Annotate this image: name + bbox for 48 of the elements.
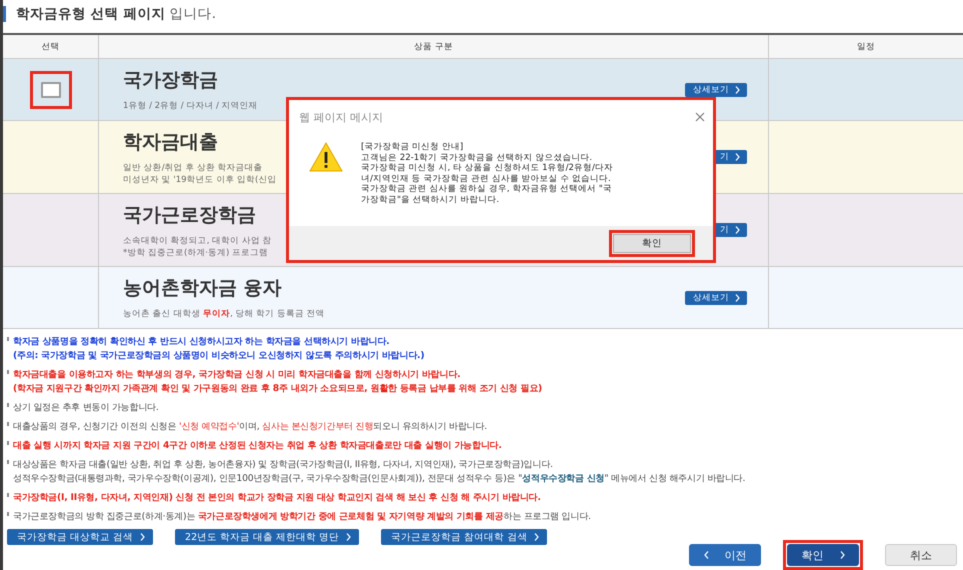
product-name: 농어촌학자금 융자 <box>123 276 283 301</box>
details-button[interactable]: 상세보기 <box>685 82 747 96</box>
search-link-button[interactable]: 국가장학금 대상학교 검색 <box>7 529 154 545</box>
cancel-button[interactable]: 취소 <box>885 544 957 566</box>
column-header: 상품 구분 <box>414 40 453 52</box>
product-name: 국가근로장학금 <box>123 202 257 228</box>
note-text: 국가장학금(I, II유형, 다자녀, 지역인재) 신청 전 본인의 학교가 장학금 지원 대상 학교인지 검색 해 보신 후 신청 해 주시기 바랍니다. <box>13 491 541 505</box>
warning-icon <box>309 142 343 172</box>
note-text: 대출상품의 경우, 신청기간 이전의 신청은 '신청 예약접수'이며, 심사는 본신청기간부터 진행되오니 유의하시기 바랍니다. <box>13 420 487 434</box>
note-text: 성적우수장학금(대통령과학, 국가우수장학(이공계), 인문100년장학금(구, 국가우수장학금(인문사회계)), 전문대 성적우수 등)은 "성적우수장학금 신청" 메뉴에서 신청 해주시기 바랍니다. <box>13 472 746 486</box>
note-text: 대상상품은 학자금 대출(일반 상환, 취업 후 상환, 농어촌융자) 및 장학금(국가장학금(I, II유형, 다자녀, 지역인재), 국가근로장학금)입니다. <box>13 458 554 472</box>
product-description: 일반 상환/취업 후 상환 학자금대출 <box>123 162 264 174</box>
chevron-icon <box>704 551 708 559</box>
product-description: 1유형 / 2유형 / 다자녀 / 지역인재 <box>123 100 258 112</box>
product-description: 소속대학이 확정되고, 대학이 사업 참 <box>123 234 272 246</box>
dialog-title: 웹 페이지 메시지 <box>299 110 383 124</box>
note-text: 학자금대출을 이용하고자 하는 학부생의 경우, 국가장학금 신청 시 미리 학자금대출을 함께 신청하시기 바랍니다. <box>13 368 462 382</box>
product-description: 농어촌 출신 대학생 무이자, 당해 학기 등록금 전액 <box>123 308 325 320</box>
search-link-button[interactable]: 22년도 학자금 대출 제한대학 명단 <box>175 529 360 545</box>
ok-button[interactable]: 확인 <box>613 234 691 252</box>
chevron-icon <box>140 533 146 541</box>
product-name: 학자금대출 <box>123 130 219 154</box>
chevron-icon <box>735 153 740 161</box>
product-description: 미성년자 및 '19학년도 이후 입학(신입 <box>123 174 276 186</box>
details-button[interactable]: 상세보기 <box>685 290 747 304</box>
chevron-icon <box>346 533 352 541</box>
chevron-icon <box>735 294 740 302</box>
dialog-message: [국가장학금 미신청 안내] 고객님은 22-1학기 국가장학금을 선택하지 않으셨습니다. 국가장학금 미신청 시, 타 상품을 신청하셔도 1유형/2유형/다자 녀/지역인재 등 국가장학금 관련 심사를 받아보실 수 없습니다. 국가장학금 관련 심사를 원하실 경우, 학자금유형 선택에서 "국 가장학금"을 선택하시기 바랍니다. <box>361 142 613 206</box>
note-text: 학자금 상품명을 정확히 확인하신 후 반드시 신청하시고자 하는 학자금을 선택하시기 바랍니다. <box>13 335 390 349</box>
page-title: 학자금유형 선택 페이지 입니다. <box>16 5 216 23</box>
chevron-icon <box>735 86 740 94</box>
product-description: *방학 집중근로(하계·동계) 프로그램 <box>123 246 269 258</box>
note-text: 대출 실행 시까지 학자금 지원 구간이 4구간 이하로 산정된 신청자는 취업 후 상환 학자금대출로만 대출 실행이 가능합니다. <box>13 439 502 453</box>
note-text: (학자금 지원구간 확인까지 가족관계 확인 및 가구원동의 완료 후 8주 내외가 소요되므로, 원활한 등록금 납부를 위해 조기 신청 필요) <box>13 382 542 396</box>
checkbox[interactable] <box>40 82 60 98</box>
column-header: 선택 <box>42 40 60 52</box>
product-name: 국가장학금 <box>123 68 219 93</box>
note-text: 국가근로장학금의 방학 집중근로(하계·동계)는 국가근로장학생에게 방학기간 중에 근로체험 및 자기역량 계발의 기회를 제공하는 프로그램 입니다. <box>13 510 591 524</box>
note-text: (주의: 국가장학금 및 국가근로장학금의 상품명이 비슷하오니 오신청하지 않도록 주의하시기 바랍니다.) <box>13 349 424 363</box>
chevron-icon <box>735 226 740 234</box>
chevron-icon <box>840 551 844 559</box>
search-link-button[interactable]: 국가근로장학금 참여대학 검색 <box>381 529 548 545</box>
close-icon[interactable] <box>695 112 705 122</box>
column-header: 일정 <box>857 40 875 52</box>
note-text: 상기 일정은 추후 변동이 가능합니다. <box>13 401 159 415</box>
chevron-icon <box>534 533 540 541</box>
previous-button[interactable]: 이전 <box>689 544 761 566</box>
confirm-button[interactable]: 확인 <box>787 544 859 566</box>
